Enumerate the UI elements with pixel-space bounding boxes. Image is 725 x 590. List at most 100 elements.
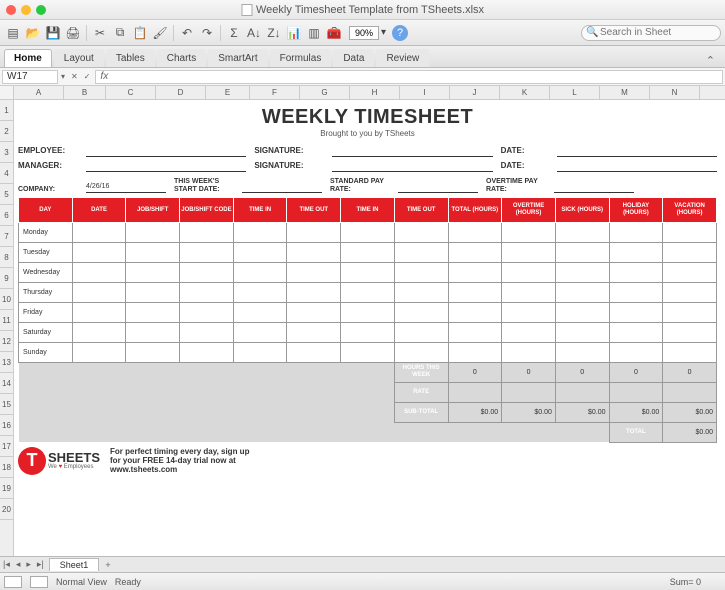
data-cell[interactable] [287, 262, 341, 282]
data-cell[interactable] [126, 242, 180, 262]
data-cell[interactable] [663, 242, 717, 262]
data-cell[interactable] [180, 262, 234, 282]
data-cell[interactable] [287, 222, 341, 242]
data-cell[interactable] [394, 282, 448, 302]
column-header[interactable]: C [106, 86, 156, 99]
summary-cell[interactable]: $0.00 [609, 402, 663, 422]
row-header[interactable]: 16 [0, 415, 13, 436]
save-icon[interactable]: 💾 [44, 24, 62, 42]
data-cell[interactable] [448, 282, 502, 302]
row-header[interactable]: 12 [0, 331, 13, 352]
row-header[interactable]: 18 [0, 457, 13, 478]
field-std-rate[interactable] [398, 183, 478, 193]
summary-cell[interactable]: 0 [448, 362, 502, 382]
tab-charts[interactable]: Charts [157, 49, 206, 67]
last-sheet-icon[interactable]: ▸| [34, 559, 47, 570]
data-cell[interactable] [341, 242, 395, 262]
close-window-button[interactable] [6, 5, 16, 15]
filter-icon[interactable]: ▥ [305, 24, 323, 42]
data-cell[interactable] [555, 302, 609, 322]
data-cell[interactable] [555, 222, 609, 242]
tab-tables[interactable]: Tables [106, 49, 155, 67]
data-cell[interactable] [502, 242, 556, 262]
data-cell[interactable] [609, 222, 663, 242]
column-header[interactable]: M [600, 86, 650, 99]
column-header[interactable]: A [14, 86, 64, 99]
data-cell[interactable] [609, 322, 663, 342]
tab-formulas[interactable]: Formulas [270, 49, 332, 67]
row-header[interactable]: 7 [0, 226, 13, 247]
sheet-content[interactable]: WEEKLY TIMESHEET Brought to you by TShee… [14, 100, 725, 479]
field-employee[interactable] [86, 146, 246, 157]
summary-cell[interactable] [502, 382, 556, 402]
data-cell[interactable] [502, 282, 556, 302]
data-cell[interactable] [555, 242, 609, 262]
data-cell[interactable] [233, 302, 287, 322]
summary-cell[interactable]: $0.00 [663, 402, 717, 422]
sort-asc-icon[interactable]: A↓ [245, 24, 263, 42]
maximize-window-button[interactable] [36, 5, 46, 15]
data-cell[interactable] [72, 282, 126, 302]
column-header[interactable]: L [550, 86, 600, 99]
row-header[interactable]: 9 [0, 268, 13, 289]
summary-cell[interactable]: $0.00 [448, 402, 502, 422]
data-cell[interactable] [394, 342, 448, 362]
column-header[interactable]: K [500, 86, 550, 99]
data-cell[interactable] [72, 262, 126, 282]
field-ot-rate[interactable] [554, 183, 634, 193]
field-date-1[interactable] [557, 146, 717, 157]
data-cell[interactable] [555, 322, 609, 342]
page-layout-view-icon[interactable] [30, 576, 48, 588]
data-cell[interactable] [72, 302, 126, 322]
row-header[interactable]: 1 [0, 100, 13, 121]
data-cell[interactable] [609, 262, 663, 282]
normal-view-icon[interactable] [4, 576, 22, 588]
select-all-cell[interactable] [0, 86, 13, 100]
data-cell[interactable] [233, 222, 287, 242]
data-cell[interactable] [555, 282, 609, 302]
summary-cell[interactable]: 0 [609, 362, 663, 382]
summary-cell[interactable]: $0.00 [502, 402, 556, 422]
column-header[interactable]: I [400, 86, 450, 99]
summary-cell[interactable] [663, 382, 717, 402]
data-cell[interactable] [394, 222, 448, 242]
sort-desc-icon[interactable]: Z↓ [265, 24, 283, 42]
row-header[interactable]: 6 [0, 205, 13, 226]
open-icon[interactable]: 📂 [24, 24, 42, 42]
row-header[interactable]: 15 [0, 394, 13, 415]
data-cell[interactable] [126, 302, 180, 322]
data-cell[interactable] [663, 302, 717, 322]
data-cell[interactable] [233, 282, 287, 302]
data-cell[interactable] [126, 222, 180, 242]
data-cell[interactable] [180, 302, 234, 322]
row-header[interactable]: 4 [0, 163, 13, 184]
data-cell[interactable] [126, 262, 180, 282]
data-cell[interactable] [502, 302, 556, 322]
data-cell[interactable] [341, 222, 395, 242]
minimize-window-button[interactable] [21, 5, 31, 15]
data-cell[interactable] [663, 322, 717, 342]
summary-cell[interactable] [448, 382, 502, 402]
redo-icon[interactable]: ↷ [198, 24, 216, 42]
row-header[interactable]: 19 [0, 478, 13, 499]
data-cell[interactable] [502, 342, 556, 362]
chart-icon[interactable]: 📊 [285, 24, 303, 42]
data-cell[interactable] [72, 222, 126, 242]
data-cell[interactable] [72, 322, 126, 342]
row-header[interactable]: 13 [0, 352, 13, 373]
print-icon[interactable]: 🖨 [64, 24, 82, 42]
data-cell[interactable] [233, 262, 287, 282]
data-cell[interactable] [502, 222, 556, 242]
row-header[interactable]: 14 [0, 373, 13, 394]
column-header[interactable]: F [250, 86, 300, 99]
day-cell[interactable]: Friday [19, 302, 73, 322]
zoom-input[interactable] [349, 26, 379, 40]
data-cell[interactable] [448, 262, 502, 282]
confirm-icon[interactable]: ✓ [81, 72, 94, 81]
data-cell[interactable] [448, 342, 502, 362]
data-cell[interactable] [609, 302, 663, 322]
day-cell[interactable]: Thursday [19, 282, 73, 302]
data-cell[interactable] [448, 222, 502, 242]
sheet-tab[interactable]: Sheet1 [49, 558, 100, 571]
data-cell[interactable] [609, 342, 663, 362]
